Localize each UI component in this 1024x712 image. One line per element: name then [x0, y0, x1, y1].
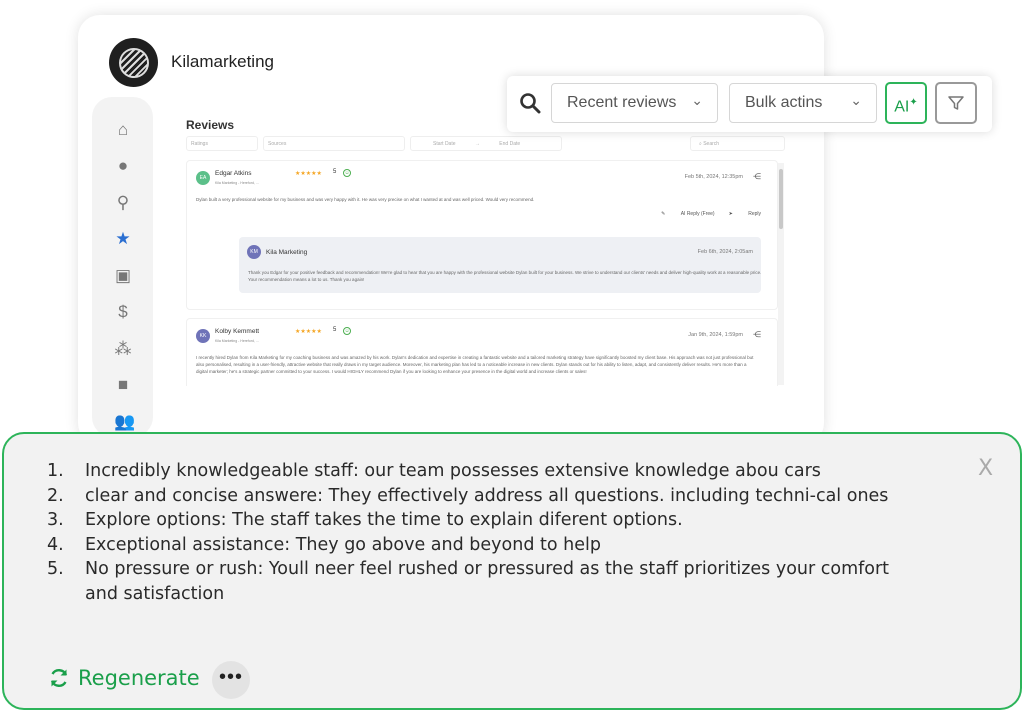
suggestion-item: 2. clear and concise answere: They effect…	[47, 484, 897, 509]
review-source: Kila Marketing - Hereford, ...	[215, 339, 259, 343]
refresh-icon	[50, 669, 68, 687]
chevron-down-icon: ⌄	[691, 92, 703, 108]
suggestion-item: 4. Exceptional assistance: They go above …	[47, 533, 897, 558]
responder-name: Kila Marketing	[266, 249, 308, 256]
toolbar: Recent reviews ⌄ Bulk actins ⌄ AI✦	[507, 76, 992, 132]
item-number: 3.	[47, 510, 64, 530]
reviewer-name: Kolby Kemmett	[215, 328, 260, 335]
star-icon[interactable]: ★	[114, 230, 132, 248]
regenerate-button[interactable]: Regenerate	[48, 666, 200, 690]
start-date[interactable]: Start Date	[433, 141, 456, 147]
gift-icon[interactable]: ▣	[114, 267, 132, 285]
copy-icon[interactable]: ■	[114, 376, 132, 394]
review-source: Kila Marketing - Hereford, ...	[215, 181, 259, 185]
search-icon[interactable]	[519, 92, 541, 114]
sparkle-icon: ✦	[909, 97, 918, 108]
response-date: Feb 6th, 2024, 2:05am	[697, 249, 753, 255]
scrollbar[interactable]	[778, 163, 784, 385]
close-button[interactable]: X	[978, 456, 993, 481]
review-text: I recently hired Dylan from Kila Marketi…	[196, 355, 754, 374]
filter-button[interactable]	[935, 82, 977, 124]
location-pin-icon[interactable]: ⚲	[114, 194, 132, 212]
item-number: 4.	[47, 534, 64, 555]
regenerate-label: Regenerate	[78, 666, 200, 690]
avatar: KM	[247, 245, 261, 259]
dollar-icon[interactable]: $	[114, 303, 132, 321]
star-rating: ★★★★★	[295, 329, 322, 335]
item-text: clear and concise answere: They effectiv…	[85, 485, 889, 506]
end-date[interactable]: End Date	[499, 141, 520, 147]
suggestion-item: 5. No pressure or rush: Youll neer feel r…	[47, 557, 897, 606]
review-date: Jan 9th, 2024, 1:59pm	[688, 332, 743, 338]
brand-logo	[109, 38, 158, 87]
page-title: Reviews	[186, 118, 235, 132]
review-card: KK Kolby Kemmett Kila Marketing - Herefo…	[186, 318, 778, 386]
users-icon[interactable]: 👥	[114, 413, 135, 431]
review-card: EA Edgar Atkins Kila Marketing - Herefor…	[186, 160, 778, 310]
ai-button[interactable]: AI✦	[885, 82, 927, 124]
ratings-filter[interactable]: Ratings	[186, 136, 258, 151]
search-input[interactable]: ⌕ Search	[690, 136, 785, 151]
item-text: Explore options: The staff takes the tim…	[85, 510, 683, 530]
share-icon[interactable]: ⋲	[753, 330, 761, 339]
item-text: Exceptional assistance: They go above an…	[85, 534, 601, 555]
chat-icon[interactable]: ●	[114, 157, 132, 175]
smile-icon: ☺	[343, 169, 351, 177]
rating-value: 5	[333, 169, 337, 175]
recent-reviews-dropdown[interactable]: Recent reviews ⌄	[551, 83, 718, 123]
brand-name: Kilamarketing	[171, 52, 274, 71]
review-date: Feb 5th, 2024, 12:35pm	[684, 174, 743, 180]
ai-reply-button[interactable]: ✎ AI Reply (Free)	[661, 211, 715, 217]
item-text: No pressure or rush: Youll neer feel rus…	[85, 559, 890, 604]
range-arrow: →	[474, 141, 480, 147]
owner-response: KM Kila Marketing Feb 6th, 2024, 2:05am …	[239, 237, 761, 293]
search-placeholder: Search	[703, 141, 720, 147]
ai-label: AI	[894, 98, 910, 116]
review-list: EA Edgar Atkins Kila Marketing - Herefor…	[186, 160, 778, 386]
suggestion-list: 1. Incredibly knowledgeable staff: our te…	[47, 459, 897, 606]
item-number: 5.	[47, 559, 64, 579]
item-number: 2.	[47, 485, 64, 506]
smile-icon: ☺	[343, 327, 351, 335]
reply-button[interactable]: ➤ Reply	[729, 211, 761, 217]
integrations-icon[interactable]: ⁂	[114, 340, 132, 358]
sources-filter[interactable]: Sources	[263, 136, 405, 151]
dropdown-label: Bulk actins	[745, 94, 823, 111]
rating-value: 5	[333, 327, 337, 333]
review-text: Dylan built a very professional website …	[196, 197, 535, 202]
star-rating: ★★★★★	[295, 171, 322, 177]
chevron-down-icon: ⌄	[850, 92, 862, 108]
reviewer-name: Edgar Atkins	[215, 170, 252, 177]
bulk-actions-dropdown[interactable]: Bulk actins ⌄	[729, 83, 877, 123]
date-range-filter[interactable]: Start Date → End Date	[410, 136, 562, 151]
filter-icon	[948, 96, 964, 110]
response-text: Thank you Edgar for your positive feedba…	[248, 270, 762, 282]
item-number: 1.	[47, 461, 64, 481]
home-icon[interactable]: ⌂	[114, 121, 132, 139]
avatar: EA	[196, 171, 210, 185]
dropdown-label: Recent reviews	[567, 94, 677, 111]
suggestion-item: 3. Explore options: The staff takes the t…	[47, 508, 897, 533]
more-options-button[interactable]: •••	[212, 661, 250, 699]
avatar: KK	[196, 329, 210, 343]
suggestion-item: 1. Incredibly knowledgeable staff: our te…	[47, 459, 897, 484]
item-text: Incredibly knowledgeable staff: our team…	[85, 461, 821, 481]
share-icon[interactable]: ⋲	[753, 172, 761, 181]
ai-suggestions-panel: 1. Incredibly knowledgeable staff: our te…	[2, 432, 1022, 710]
